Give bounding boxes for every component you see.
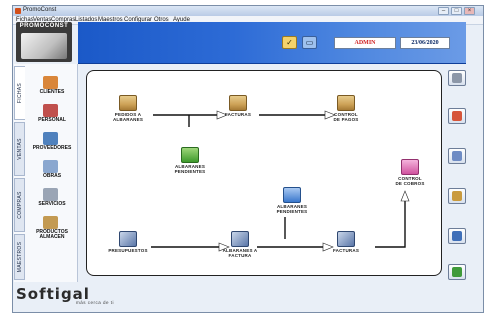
node-label: PRESUPUESTOS bbox=[108, 248, 148, 253]
window-title: PromoConst bbox=[23, 7, 57, 13]
suppliers-icon bbox=[43, 132, 58, 145]
node-presupuestos[interactable]: PRESUPUESTOS bbox=[105, 231, 151, 253]
box-icon bbox=[229, 95, 247, 111]
softigal-logo: Softigal más cerca de ti bbox=[14, 285, 154, 307]
sidebar-item-label: OBRAS bbox=[42, 173, 62, 179]
logo-text: PROMOCONST bbox=[19, 23, 69, 29]
node-albaranes-pendientes-venta[interactable]: ALBARANES PENDIENTES bbox=[269, 187, 315, 214]
date-display: 23/06/2020 bbox=[400, 37, 450, 49]
key-icon bbox=[452, 73, 462, 83]
puzzle-icon bbox=[452, 267, 462, 277]
tab-fichas-label: FICHAS bbox=[17, 82, 23, 104]
products-icon bbox=[43, 216, 58, 229]
computer-icon[interactable]: ▭ bbox=[302, 36, 317, 49]
puzzle-button[interactable] bbox=[448, 264, 466, 280]
node-label: ALBARANES A FACTURA bbox=[222, 248, 258, 258]
node-albaranes-pendientes-compra[interactable]: ALBARANES PENDIENTES bbox=[167, 147, 213, 174]
calendar-button[interactable] bbox=[448, 108, 466, 124]
sidebar-item-personal[interactable]: PERSONAL bbox=[29, 104, 75, 128]
minimize-button[interactable]: – bbox=[438, 7, 449, 15]
node-pedidos[interactable]: PEDIDOS A ALBARANES bbox=[105, 95, 151, 122]
right-toolbar bbox=[446, 64, 470, 282]
box-icon bbox=[337, 95, 355, 111]
node-control-pagos[interactable]: CONTROL DE PAGOS bbox=[323, 95, 369, 122]
disk-button[interactable] bbox=[448, 228, 466, 244]
node-control-cobros[interactable]: CONTROL DE COBROS bbox=[387, 159, 433, 186]
green-book-icon bbox=[181, 147, 199, 163]
node-label: PEDIDOS A ALBARANES bbox=[112, 112, 144, 122]
sidebar-item-servicios[interactable]: SERVICIOS bbox=[29, 188, 75, 212]
tab-ventas-label: VENTAS bbox=[16, 138, 23, 160]
sidebar-item-clientes[interactable]: CLIENTES bbox=[29, 76, 75, 100]
sidebar-item-label: PRODUCTOS ALMACEN bbox=[36, 229, 68, 240]
services-icon bbox=[43, 188, 58, 201]
calendar-icon bbox=[452, 111, 462, 121]
tab-maestros-label: MAESTROS bbox=[16, 241, 23, 273]
tab-compras[interactable]: COMPRAS bbox=[14, 178, 25, 232]
folder-icon bbox=[452, 191, 462, 201]
header-band: ✓ ▭ ADMIN 23/06/2020 bbox=[78, 22, 466, 64]
staff-icon bbox=[43, 104, 58, 117]
sidebar-item-productos[interactable]: PRODUCTOS ALMACEN bbox=[29, 216, 75, 240]
arrow-head bbox=[400, 190, 410, 202]
tab-fichas[interactable]: FICHAS bbox=[14, 66, 25, 120]
logo-people-image bbox=[21, 33, 67, 59]
node-label: ALBARANES PENDIENTES bbox=[174, 164, 206, 174]
app-icon bbox=[15, 8, 21, 14]
node-facturas-venta[interactable]: FACTURAS bbox=[323, 231, 369, 253]
node-label: FACTURAS bbox=[332, 248, 360, 253]
sidebar-item-label: PROVEEDORES bbox=[32, 145, 72, 151]
folder-button[interactable] bbox=[448, 188, 466, 204]
key-button[interactable] bbox=[448, 70, 466, 86]
works-icon bbox=[43, 160, 58, 173]
box-icon bbox=[119, 95, 137, 111]
promoconst-logo: PROMOCONST bbox=[16, 22, 72, 62]
close-button[interactable]: × bbox=[464, 7, 475, 15]
node-albaranes-venta[interactable]: ALBARANES A FACTURA bbox=[217, 231, 263, 258]
document-button[interactable] bbox=[448, 148, 466, 164]
brand-tagline: más cerca de ti bbox=[76, 300, 115, 305]
document-icon bbox=[452, 151, 462, 161]
check-notepad-icon[interactable]: ✓ bbox=[282, 36, 297, 49]
book-stack-icon bbox=[119, 231, 137, 247]
sidebar-item-label: PERSONAL bbox=[38, 117, 66, 123]
tab-ventas[interactable]: VENTAS bbox=[14, 122, 25, 176]
user-badge: ADMIN bbox=[334, 37, 396, 49]
sidebar-item-label: CLIENTES bbox=[39, 89, 65, 95]
node-label: CONTROL DE PAGOS bbox=[333, 112, 359, 122]
book-stack-icon bbox=[231, 231, 249, 247]
book-stack-icon bbox=[337, 231, 355, 247]
sidebar: FICHAS VENTAS COMPRAS MAESTROS CLIENTES … bbox=[14, 64, 78, 282]
node-facturas-compra[interactable]: FACTURAS bbox=[215, 95, 261, 117]
blue-document-icon bbox=[283, 187, 301, 203]
pink-book-icon bbox=[401, 159, 419, 175]
clients-icon bbox=[43, 76, 58, 89]
node-label: ALBARANES PENDIENTES bbox=[276, 204, 308, 214]
arrow-facturas-cobros bbox=[375, 201, 406, 248]
node-label: FACTURAS bbox=[224, 112, 252, 117]
maximize-button[interactable]: □ bbox=[451, 7, 462, 15]
node-label: CONTROL DE COBROS bbox=[395, 176, 425, 186]
sidebar-item-obras[interactable]: OBRAS bbox=[29, 160, 75, 184]
tab-maestros[interactable]: MAESTROS bbox=[14, 234, 25, 280]
disk-icon bbox=[452, 231, 462, 241]
title-bar: PromoConst – □ × bbox=[13, 6, 483, 16]
sidebar-item-label: SERVICIOS bbox=[38, 201, 66, 207]
workflow-canvas: PEDIDOS A ALBARANES FACTURAS CONTROL DE … bbox=[86, 70, 442, 276]
tab-compras-label: COMPRAS bbox=[16, 191, 23, 219]
sidebar-item-proveedores[interactable]: PROVEEDORES bbox=[29, 132, 75, 156]
